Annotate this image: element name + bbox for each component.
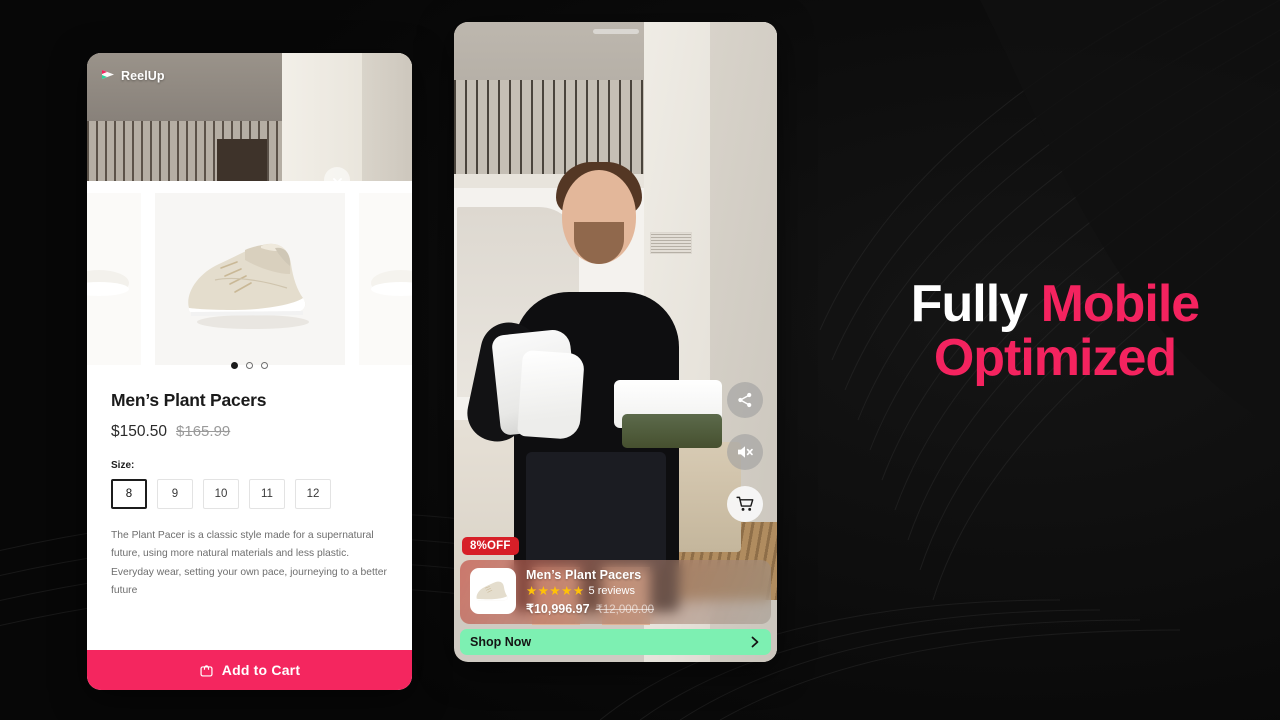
size-selector: 8 9 10 11 12 xyxy=(111,479,388,509)
scene-folded-olive-shirt xyxy=(622,414,722,448)
marketing-headline: Fully Mobile Optimized xyxy=(860,275,1250,387)
headline-word-fully: Fully xyxy=(910,275,1028,333)
carousel-slide-prev[interactable] xyxy=(87,192,141,365)
shoe-thumbnail-image xyxy=(476,581,508,600)
review-count: 5 reviews xyxy=(588,584,635,597)
price-row: $150.50 $165.99 xyxy=(111,423,388,441)
size-option-11[interactable]: 11 xyxy=(249,479,285,509)
overlay-rating: ★★★★★ 5 reviews xyxy=(526,583,761,598)
share-glyph xyxy=(738,392,752,408)
price-current: $150.50 xyxy=(111,423,168,440)
reelup-logo: ReelUp xyxy=(101,69,165,83)
shop-now-button[interactable]: Shop Now xyxy=(460,629,771,655)
scene-air-vent xyxy=(650,232,692,254)
video-doorway xyxy=(217,139,267,181)
shopping-bag-icon xyxy=(200,664,213,677)
speaker-muted-glyph xyxy=(737,446,753,458)
reelup-logo-text: ReelUp xyxy=(121,69,165,83)
product-description: The Plant Pacer is a classic style made … xyxy=(111,530,387,596)
video-ceiling xyxy=(87,53,282,121)
add-to-cart-button[interactable]: Add to Cart xyxy=(87,650,412,690)
shoe-image-partial-2 xyxy=(370,269,412,296)
carousel-slide-current[interactable] xyxy=(154,192,345,365)
play-triangle-icon xyxy=(102,70,114,79)
reel-video-card: 8%OFF Men’s Plant Pacers ★★★★★ 5 reviews xyxy=(454,22,777,662)
drag-handle[interactable] xyxy=(592,29,639,34)
overlay-product-info: Men’s Plant Pacers ★★★★★ 5 reviews ₹10,9… xyxy=(526,568,761,617)
video-wall-far-right xyxy=(362,53,412,181)
star-rating-icon: ★★★★★ xyxy=(526,583,585,598)
shoe-image xyxy=(187,243,309,329)
headline-line-1: Fully Mobile xyxy=(860,275,1250,333)
carousel-slide-next[interactable] xyxy=(358,192,412,365)
add-to-cart-label: Add to Cart xyxy=(221,662,301,678)
size-option-12[interactable]: 12 xyxy=(295,479,331,509)
product-title: Men’s Plant Pacers xyxy=(111,390,267,410)
overlay-product-title: Men’s Plant Pacers xyxy=(526,567,642,582)
pdp-video-preview[interactable]: ReelUp xyxy=(87,53,412,181)
size-label: Size: xyxy=(111,460,135,471)
cart-icon[interactable] xyxy=(727,486,763,522)
carousel-dot-1[interactable] xyxy=(231,362,238,369)
headline-word-mobile: Mobile xyxy=(1040,275,1201,333)
reel-product-overlay: 8%OFF Men’s Plant Pacers ★★★★★ 5 reviews xyxy=(454,536,777,663)
product-info-section: Men’s Plant Pacers $150.50 $165.99 Size:… xyxy=(87,376,412,650)
chevron-right-icon xyxy=(751,636,759,648)
shoe-image-partial xyxy=(87,269,129,296)
scene-held-shoe-2 xyxy=(517,349,585,441)
overlay-price-current: ₹10,996.97 xyxy=(526,602,590,616)
overlay-product-card[interactable]: Men’s Plant Pacers ★★★★★ 5 reviews ₹10,9… xyxy=(460,559,771,624)
shop-now-label: Shop Now xyxy=(470,635,532,649)
chevron-down-glyph xyxy=(332,177,342,181)
discount-badge: 8%OFF xyxy=(462,536,519,555)
overlay-price-compare: ₹12,000.00 xyxy=(595,604,655,616)
headline-line-2: Optimized xyxy=(860,328,1250,387)
product-image-carousel[interactable] xyxy=(87,181,412,376)
carousel-dot-3[interactable] xyxy=(261,362,268,369)
mute-icon[interactable] xyxy=(727,434,763,470)
shopping-cart-glyph xyxy=(735,496,753,511)
size-option-10[interactable]: 10 xyxy=(203,479,239,509)
carousel-dot-2[interactable] xyxy=(246,362,253,369)
carousel-dots xyxy=(87,362,412,369)
reel-action-buttons xyxy=(727,382,763,522)
product-detail-card: ReelUp Men’s Plant Pacers $150.50 $165.9… xyxy=(87,53,412,690)
product-thumbnail[interactable] xyxy=(470,567,516,614)
headline-word-optimized: Optimized xyxy=(933,328,1177,387)
size-option-9[interactable]: 9 xyxy=(157,479,193,509)
share-icon[interactable] xyxy=(727,382,763,418)
size-option-8[interactable]: 8 xyxy=(111,479,147,509)
overlay-price-row: ₹10,996.97 ₹12,000.00 xyxy=(526,601,761,616)
carousel-track xyxy=(87,192,412,365)
price-compare-at: $165.99 xyxy=(176,423,231,440)
